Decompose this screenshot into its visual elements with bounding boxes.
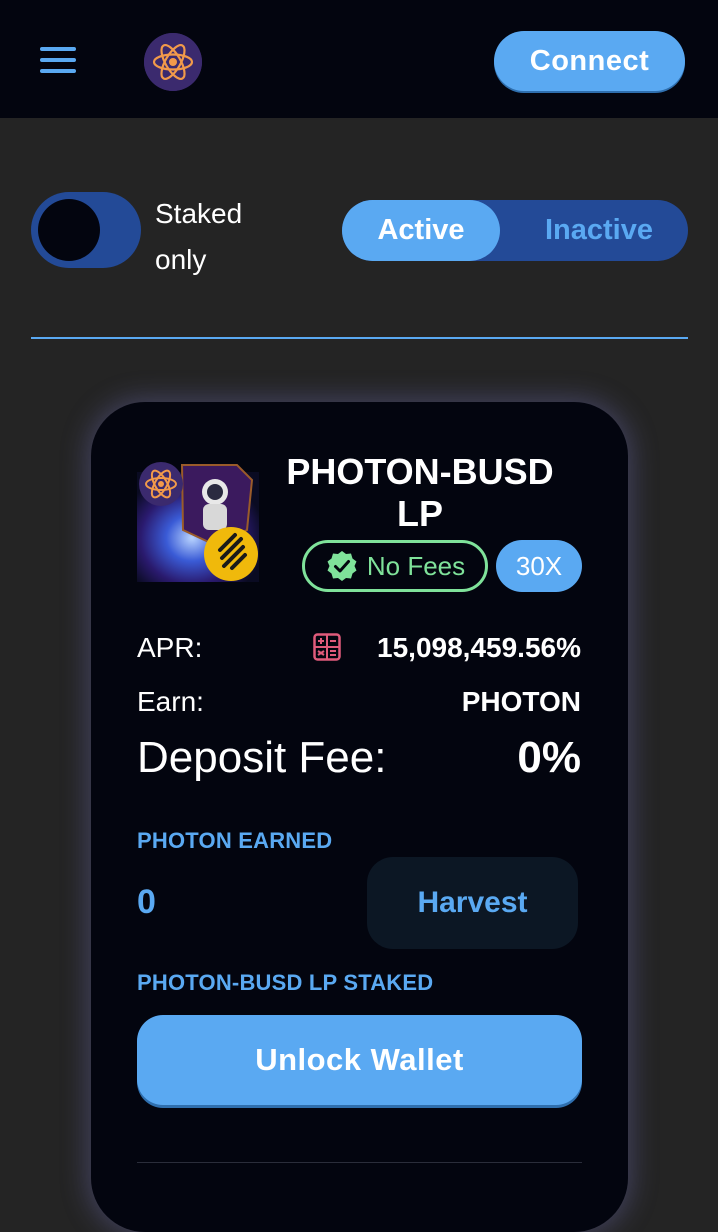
tab-active[interactable]: Active [342,200,500,261]
hamburger-menu-icon[interactable] [40,47,76,75]
apr-value: 15,098,459.56% [377,632,581,663]
harvest-button[interactable]: Harvest [367,857,578,949]
status-segmented-control: Active Inactive [342,200,688,261]
tab-inactive[interactable]: Inactive [510,200,688,261]
staked-only-toggle[interactable] [31,192,141,268]
card-divider [137,1162,582,1163]
earn-value: PHOTON [461,686,581,717]
atom-logo-icon[interactable] [144,33,202,91]
earn-label: Earn: [137,686,204,717]
apr-label: APR: [137,632,203,663]
top-bar: Connect [0,0,718,118]
deposit-fee-label: Deposit Fee: [137,733,387,782]
photon-earned-amount: 0 [137,883,156,921]
farm-title: PHOTON-BUSD LP [286,451,554,534]
photon-earned-label: PHOTON EARNED [137,828,333,853]
calculator-icon[interactable] [313,633,341,661]
connect-button[interactable]: Connect [494,31,685,91]
no-fees-badge: No Fees [302,540,488,592]
lp-staked-label: PHOTON-BUSD LP STAKED [137,970,434,995]
toggle-knob [38,199,100,261]
section-divider [31,337,688,339]
multiplier-badge: 30X [496,540,582,592]
unlock-wallet-button[interactable]: Unlock Wallet [137,1015,582,1105]
no-fees-label: No Fees [366,550,466,581]
deposit-fee-value: 0% [517,733,581,782]
staked-only-label: Staked only [155,198,243,275]
photon-busd-lp-icon [137,460,259,582]
verified-check-icon [327,551,357,581]
